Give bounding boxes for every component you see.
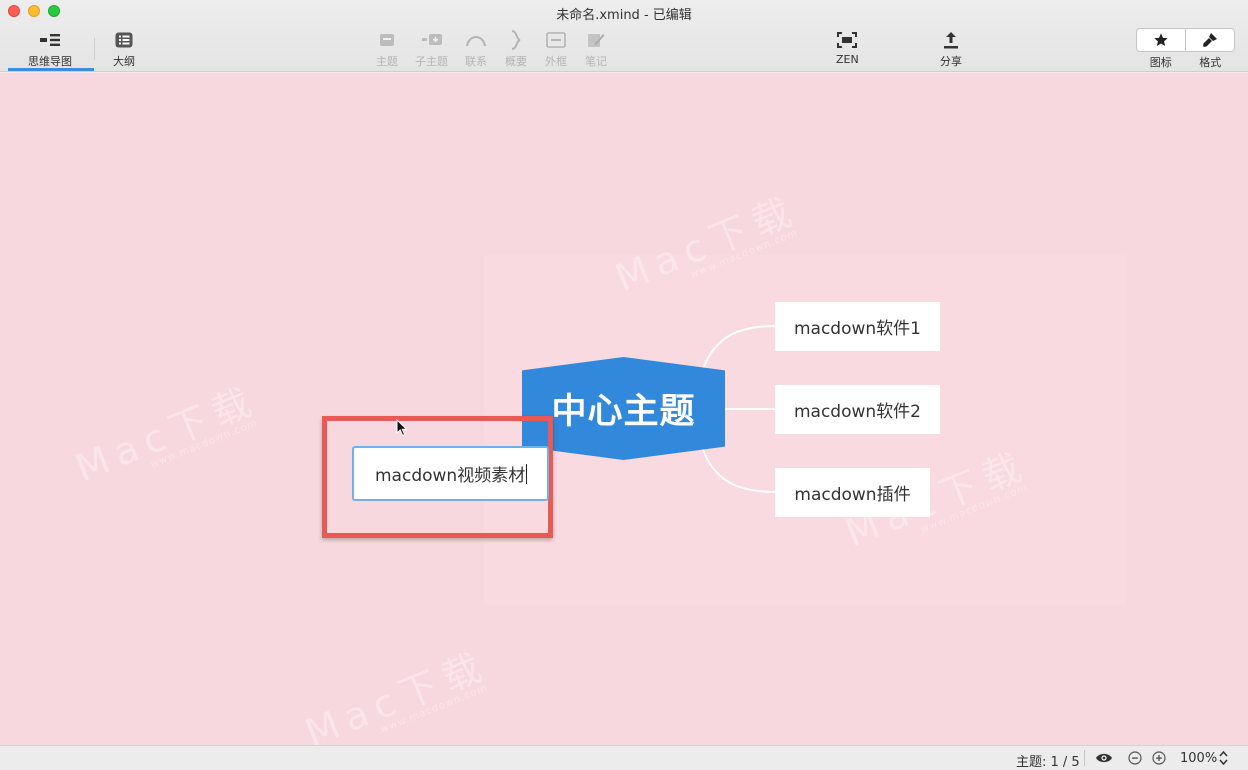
format-panel-button[interactable] — [1185, 29, 1234, 51]
insert-topic-button[interactable]: 主题 — [376, 30, 398, 69]
summary-label: 概要 — [505, 55, 527, 68]
format-panel-label: 格式 — [1199, 56, 1222, 69]
topic-edit-field[interactable]: macdown视频素材 — [352, 446, 549, 501]
eye-icon[interactable] — [1095, 751, 1113, 765]
outline-view-button[interactable]: 大纲 — [113, 30, 135, 69]
zoom-out-icon[interactable] — [1128, 751, 1142, 765]
window-title: 未命名.xmind - 已编辑 — [556, 8, 692, 23]
pencil-note-icon — [587, 30, 605, 50]
summary-button[interactable]: 概要 — [505, 30, 527, 69]
connector-subtopic-3 — [699, 440, 777, 493]
zen-mode-button[interactable]: ZEN — [836, 30, 859, 66]
zen-mode-label: ZEN — [836, 53, 859, 66]
insert-subtopic-label: 子主题 — [415, 55, 448, 68]
share-upload-icon — [943, 30, 959, 50]
zoom-stepper-icon[interactable] — [1219, 750, 1228, 766]
share-label: 分享 — [940, 55, 962, 68]
title-toolbar: 未命名.xmind - 已编辑 思维导图 大纲 主题 子主题 联系 概要 外框 … — [0, 0, 1248, 72]
outline-icon — [115, 30, 133, 50]
relationship-icon — [465, 30, 487, 50]
mindmap-view-label: 思维导图 — [28, 55, 72, 68]
insert-subtopic-button[interactable]: 子主题 — [415, 30, 448, 69]
mouse-pointer-icon — [396, 419, 408, 437]
active-tab-indicator — [8, 68, 94, 71]
insert-topic-label: 主题 — [376, 55, 398, 68]
icon-panel-button[interactable] — [1137, 29, 1185, 51]
icon-panel-label: 图标 — [1149, 56, 1172, 69]
star-icon — [1154, 33, 1168, 46]
toolbar-separator — [94, 38, 95, 60]
note-label: 笔记 — [585, 55, 607, 68]
text-caret — [526, 463, 528, 484]
zoom-in-icon[interactable] — [1152, 751, 1166, 765]
mindmap-view-button[interactable]: 思维导图 — [28, 30, 72, 69]
relationship-button[interactable]: 联系 — [465, 30, 487, 69]
summary-brace-icon — [509, 30, 523, 50]
subtopic[interactable]: macdown插件 — [775, 468, 930, 517]
subtopic-icon — [421, 30, 443, 50]
mindmap-icon — [39, 30, 61, 50]
panel-segmented-control — [1136, 28, 1235, 52]
status-separator — [1084, 750, 1085, 766]
topic-edit-value: macdown视频素材 — [375, 466, 526, 486]
share-button[interactable]: 分享 — [940, 30, 962, 69]
subtopic[interactable]: macdown软件2 — [775, 385, 940, 434]
boundary-icon — [546, 30, 566, 50]
topic-icon — [378, 30, 396, 50]
outline-view-label: 大纲 — [113, 55, 135, 68]
note-button[interactable]: 笔记 — [585, 30, 607, 69]
xmind-window: 未命名.xmind - 已编辑 思维导图 大纲 主题 子主题 联系 概要 外框 … — [0, 0, 1248, 770]
paintbrush-icon — [1203, 33, 1217, 47]
topic-count: 主题: 1 / 5 — [1016, 755, 1080, 770]
boundary-button[interactable]: 外框 — [545, 30, 567, 69]
zen-fullscreen-icon — [837, 30, 858, 50]
status-bar: 主题: 1 / 5 100% — [0, 745, 1248, 770]
relationship-label: 联系 — [465, 55, 487, 68]
mindmap-canvas[interactable]: Mac下载 www.macdown.com Mac下载 www.macdown.co… — [0, 73, 1248, 745]
subtopic[interactable]: macdown软件1 — [775, 302, 940, 351]
boundary-label: 外框 — [545, 55, 567, 68]
panel-labels: 图标 格式 — [1136, 54, 1235, 70]
zoom-level[interactable]: 100% — [1180, 751, 1217, 766]
